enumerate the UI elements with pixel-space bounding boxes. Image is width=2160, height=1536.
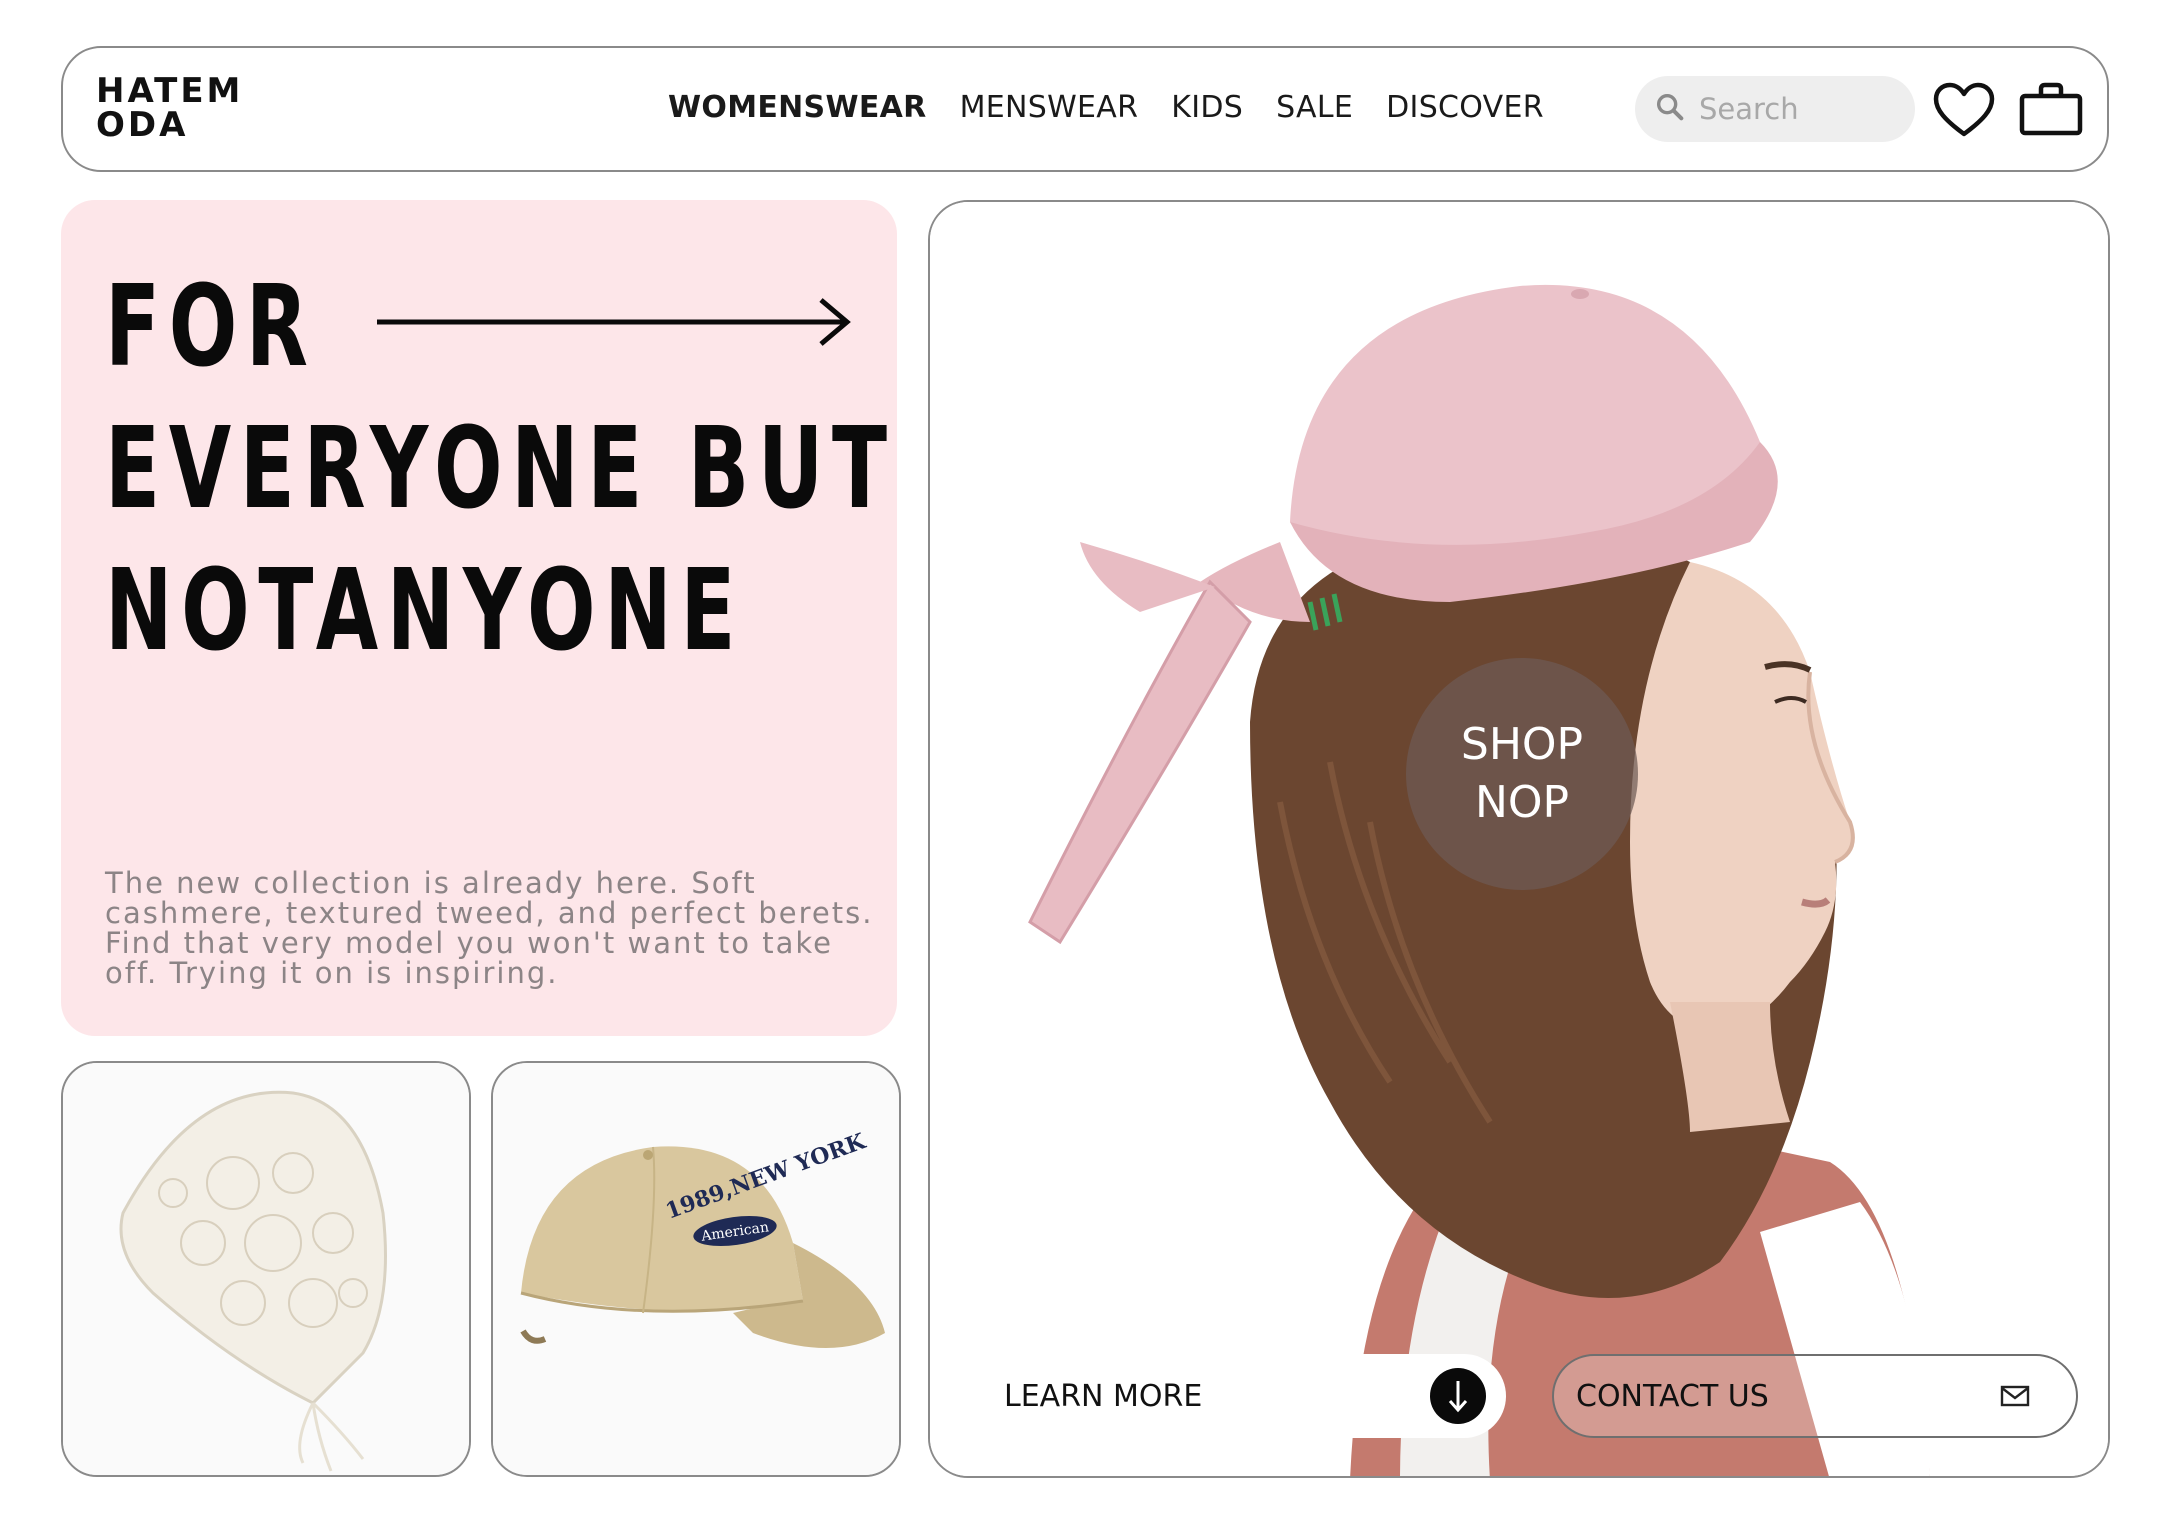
long-arrow-right-icon[interactable] bbox=[375, 292, 855, 357]
main-nav: WOMENSWEAR MENSWEAR KIDS SALE DISCOVER bbox=[668, 90, 1544, 125]
shop-circle-line1: SHOP bbox=[1460, 719, 1584, 770]
search-bar[interactable] bbox=[1635, 76, 1915, 142]
mail-icon bbox=[2000, 1384, 2030, 1413]
promo-card: FOR EVERYONE BUT NOTANYONE The new colle… bbox=[61, 200, 897, 1036]
contact-us-button[interactable]: CONTACT US bbox=[1552, 1354, 2078, 1438]
brand-logo-line2: ODA bbox=[96, 105, 189, 145]
promo-description: The new collection is already here. Soft… bbox=[105, 866, 874, 990]
contact-us-label: CONTACT US bbox=[1576, 1378, 1769, 1414]
nav-item-kids[interactable]: KIDS bbox=[1171, 90, 1243, 125]
shop-circle-line2: NOP bbox=[1474, 777, 1570, 828]
search-input[interactable] bbox=[1697, 91, 1901, 127]
nav-item-discover[interactable]: DISCOVER bbox=[1386, 90, 1544, 125]
headline-line-3: NOTANYONE bbox=[105, 546, 745, 676]
brand-logo-line1: HATEM bbox=[96, 71, 244, 111]
product-card-headscarf[interactable] bbox=[61, 1061, 471, 1477]
arrow-down-icon bbox=[1430, 1368, 1486, 1424]
search-icon bbox=[1653, 90, 1687, 129]
learn-more-button[interactable]: LEARN MORE bbox=[982, 1354, 1506, 1438]
product-card-cap[interactable]: American 1989,NEW YORK bbox=[491, 1061, 901, 1477]
shop-now-circle-button[interactable]: SHOP NOP bbox=[1406, 658, 1638, 890]
site-header: HATEM ODA WOMENSWEAR MENSWEAR KIDS SALE … bbox=[61, 46, 2109, 172]
heart-icon[interactable] bbox=[1933, 82, 1995, 138]
lace-headscarf-image bbox=[63, 1063, 469, 1475]
headline-line-2: EVERYONE BUT bbox=[105, 404, 896, 534]
brand-logo[interactable]: HATEM ODA bbox=[96, 74, 243, 142]
hero-banner: SHOP NOP LEARN MORE CONTACT US bbox=[928, 200, 2110, 1478]
nav-item-menswear[interactable]: MENSWEAR bbox=[960, 90, 1139, 125]
nav-item-womenswear[interactable]: WOMENSWEAR bbox=[668, 90, 927, 125]
nav-item-sale[interactable]: SALE bbox=[1276, 90, 1353, 125]
learn-more-label: LEARN MORE bbox=[1004, 1378, 1203, 1414]
baseball-cap-image: American 1989,NEW YORK bbox=[493, 1063, 899, 1475]
shopping-bag-icon[interactable] bbox=[2019, 82, 2083, 136]
